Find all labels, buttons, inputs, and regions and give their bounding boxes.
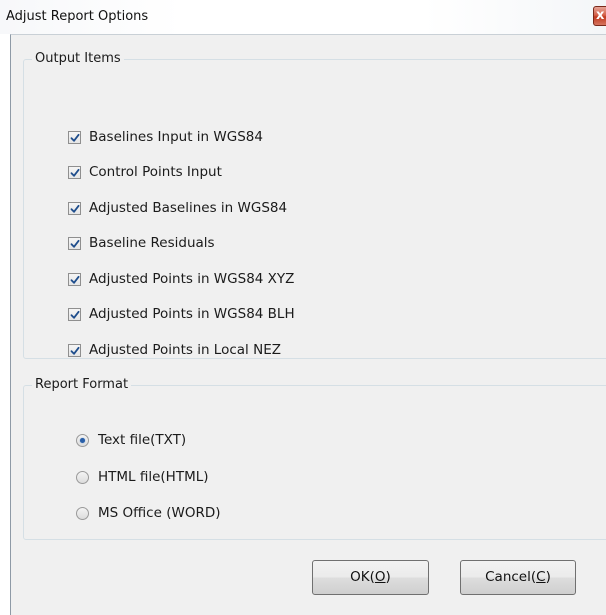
checkbox-label: Control Points Input [89,164,222,180]
checkbox-control-points-input[interactable]: Control Points Input [68,163,222,181]
radio-label: Text file(TXT) [98,432,187,448]
checkbox-adjusted-points-xyz[interactable]: Adjusted Points in WGS84 XYZ [68,270,294,288]
dialog-client-area: Output Items Baselines Input in WGS84 Co… [10,34,606,615]
close-icon: x [596,8,605,23]
radio-label: MS Office (WORD) [98,505,221,521]
radio-ms-office[interactable]: MS Office (WORD) [76,504,221,522]
checkbox-label: Adjusted Points in Local NEZ [89,342,281,358]
radio-text-file[interactable]: Text file(TXT) [76,431,186,449]
ok-button-close-paren: ) [385,569,391,585]
cancel-button-close-paren: ) [545,569,551,585]
check-icon[interactable] [68,307,81,321]
cancel-button[interactable]: Cancel(C) [460,560,576,595]
ok-button-mnemonic: O [374,569,386,585]
checkbox-adjusted-points-blh[interactable]: Adjusted Points in WGS84 BLH [68,305,295,323]
radio-label: HTML file(HTML) [98,469,209,485]
checkbox-label: Baseline Residuals [89,235,215,251]
checkbox-label: Adjusted Baselines in WGS84 [89,200,288,216]
checkbox-baselines-input[interactable]: Baselines Input in WGS84 [68,128,263,146]
checkbox-adjusted-baselines[interactable]: Adjusted Baselines in WGS84 [68,199,287,217]
cancel-button-text: Cancel( [485,569,537,585]
report-format-legend: Report Format [32,377,132,392]
output-items-group: Output Items Baselines Input in WGS84 Co… [23,51,606,359]
title-bar[interactable]: Adjust Report Options x [0,0,606,34]
report-format-group: Report Format Text file(TXT) HTML file(H… [23,377,606,540]
check-icon[interactable] [68,272,81,286]
check-icon[interactable] [68,165,81,179]
check-icon[interactable] [68,343,81,357]
radio-html-file[interactable]: HTML file(HTML) [76,468,209,486]
window-title: Adjust Report Options [6,9,149,24]
check-icon[interactable] [68,130,81,144]
radio-dot-icon[interactable] [76,433,89,447]
checkbox-label: Adjusted Points in WGS84 XYZ [89,271,295,287]
cancel-button-mnemonic: C [536,569,546,585]
checkbox-adjusted-points-nez[interactable]: Adjusted Points in Local NEZ [68,341,281,359]
checkbox-label: Baselines Input in WGS84 [89,129,263,145]
checkbox-baseline-residuals[interactable]: Baseline Residuals [68,234,215,252]
checkbox-label: Adjusted Points in WGS84 BLH [89,306,295,322]
radio-circle-icon[interactable] [76,470,89,484]
ok-button-text: OK( [350,569,375,585]
close-button[interactable]: x [593,6,606,26]
output-items-legend: Output Items [32,51,124,66]
check-icon[interactable] [68,236,81,250]
dialog-window: Adjust Report Options x Output Items Bas… [0,0,606,615]
check-icon[interactable] [68,201,81,215]
ok-button[interactable]: OK(O) [312,560,429,595]
radio-circle-icon[interactable] [76,506,89,520]
